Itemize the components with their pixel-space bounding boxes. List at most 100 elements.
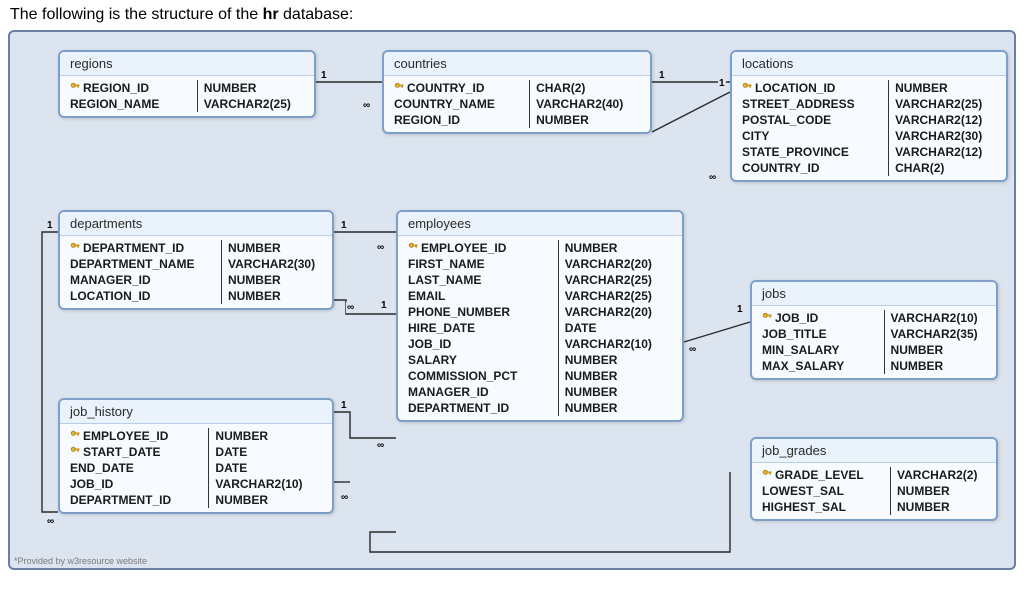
entity-title: jobs <box>752 282 996 306</box>
table-row: REGION_IDNUMBER <box>388 112 654 128</box>
entity-regions: regionsREGION_IDNUMBERREGION_NAMEVARCHAR… <box>58 50 316 118</box>
primary-key-icon <box>742 82 753 93</box>
table-row: COUNTRY_IDCHAR(2) <box>736 160 1010 176</box>
primary-key-icon <box>70 82 81 93</box>
column-table: JOB_IDVARCHAR2(10)JOB_TITLEVARCHAR2(35)M… <box>756 310 1000 374</box>
column-type: NUMBER <box>209 492 336 508</box>
table-row: REGION_NAMEVARCHAR2(25) <box>64 96 318 112</box>
column-type: VARCHAR2(2) <box>891 467 1001 483</box>
column-name: SALARY <box>402 352 558 368</box>
column-table: LOCATION_IDNUMBERSTREET_ADDRESSVARCHAR2(… <box>736 80 1010 176</box>
table-row: SALARYNUMBER <box>402 352 686 368</box>
column-type: NUMBER <box>530 112 654 128</box>
column-table: EMPLOYEE_IDNUMBERFIRST_NAMEVARCHAR2(20)L… <box>402 240 686 416</box>
column-type: VARCHAR2(10) <box>209 476 336 492</box>
column-name: DEPARTMENT_NAME <box>64 256 221 272</box>
column-name: REGION_ID <box>64 80 197 96</box>
column-type: NUMBER <box>891 499 1001 515</box>
table-row: DEPARTMENT_IDNUMBER <box>64 492 336 508</box>
cardinality-label: ∞ <box>708 172 717 183</box>
column-type: CHAR(2) <box>530 80 654 96</box>
primary-key-icon <box>762 469 773 480</box>
column-name: REGION_NAME <box>64 96 197 112</box>
column-type: NUMBER <box>197 80 318 96</box>
column-name: COUNTRY_ID <box>736 160 889 176</box>
column-name: JOB_ID <box>64 476 209 492</box>
er-diagram: *Provided by w3resource website regionsR… <box>8 30 1016 570</box>
column-type: DATE <box>209 444 336 460</box>
column-type: VARCHAR2(20) <box>558 304 686 320</box>
table-row: MIN_SALARYNUMBER <box>756 342 1000 358</box>
column-name: PHONE_NUMBER <box>402 304 558 320</box>
column-type: NUMBER <box>221 288 336 304</box>
column-type: VARCHAR2(10) <box>558 336 686 352</box>
column-type: VARCHAR2(10) <box>884 310 1000 326</box>
column-type: VARCHAR2(30) <box>221 256 336 272</box>
table-row: LOCATION_IDNUMBER <box>736 80 1010 96</box>
cardinality-label: 1 <box>340 400 348 411</box>
column-name: DEPARTMENT_ID <box>64 240 221 256</box>
table-row: DEPARTMENT_IDNUMBER <box>402 400 686 416</box>
column-type: NUMBER <box>221 240 336 256</box>
table-row: STATE_PROVINCEVARCHAR2(12) <box>736 144 1010 160</box>
column-type: CHAR(2) <box>889 160 1010 176</box>
column-name: EMAIL <box>402 288 558 304</box>
table-row: EMPLOYEE_IDNUMBER <box>64 428 336 444</box>
table-row: LAST_NAMEVARCHAR2(25) <box>402 272 686 288</box>
table-row: HIGHEST_SALNUMBER <box>756 499 1000 515</box>
column-name: START_DATE <box>64 444 209 460</box>
cardinality-label: 1 <box>718 78 726 89</box>
table-row: STREET_ADDRESSVARCHAR2(25) <box>736 96 1010 112</box>
primary-key-icon <box>70 430 81 441</box>
column-type: VARCHAR2(25) <box>197 96 318 112</box>
column-name: MIN_SALARY <box>756 342 884 358</box>
column-name: COUNTRY_NAME <box>388 96 530 112</box>
column-name: LOCATION_ID <box>736 80 889 96</box>
cardinality-label: 1 <box>340 220 348 231</box>
title-prefix: The following is the structure of the <box>10 6 263 23</box>
column-type: NUMBER <box>558 368 686 384</box>
table-row: JOB_IDVARCHAR2(10) <box>64 476 336 492</box>
entity-job_history: job_historyEMPLOYEE_IDNUMBERSTART_DATEDA… <box>58 398 334 514</box>
title-bold: hr <box>263 6 279 23</box>
cardinality-label: 1 <box>736 304 744 315</box>
table-row: END_DATEDATE <box>64 460 336 476</box>
table-row: LOCATION_IDNUMBER <box>64 288 336 304</box>
table-row: MANAGER_IDNUMBER <box>402 384 686 400</box>
cardinality-label: ∞ <box>376 440 385 451</box>
table-row: LOWEST_SALNUMBER <box>756 483 1000 499</box>
column-type: NUMBER <box>884 358 1000 374</box>
entity-title: employees <box>398 212 682 236</box>
entity-title: job_history <box>60 400 332 424</box>
cardinality-label: 1 <box>46 220 54 231</box>
column-name: LAST_NAME <box>402 272 558 288</box>
column-name: MANAGER_ID <box>64 272 221 288</box>
column-table: COUNTRY_IDCHAR(2)COUNTRY_NAMEVARCHAR2(40… <box>388 80 654 128</box>
column-name: COUNTRY_ID <box>388 80 530 96</box>
entity-countries: countriesCOUNTRY_IDCHAR(2)COUNTRY_NAMEVA… <box>382 50 652 134</box>
column-name: POSTAL_CODE <box>736 112 889 128</box>
table-row: FIRST_NAMEVARCHAR2(20) <box>402 256 686 272</box>
column-name: DEPARTMENT_ID <box>64 492 209 508</box>
entity-title: job_grades <box>752 439 996 463</box>
entity-locations: locations LOCATION_IDNUMBERSTREET_ADDRESS… <box>730 50 1008 182</box>
entity-title: locations <box>732 52 1006 76</box>
entity-departments: departmentsDEPARTMENT_IDNUMBERDEPARTMENT… <box>58 210 334 310</box>
table-row: EMPLOYEE_IDNUMBER <box>402 240 686 256</box>
column-name: DEPARTMENT_ID <box>402 400 558 416</box>
column-type: VARCHAR2(40) <box>530 96 654 112</box>
column-type: NUMBER <box>221 272 336 288</box>
column-name: MAX_SALARY <box>756 358 884 374</box>
table-row: GRADE_LEVELVARCHAR2(2) <box>756 467 1000 483</box>
column-type: VARCHAR2(30) <box>889 128 1010 144</box>
table-row: DEPARTMENT_IDNUMBER <box>64 240 336 256</box>
column-name: LOWEST_SAL <box>756 483 891 499</box>
primary-key-icon <box>70 242 81 253</box>
entity-jobs: jobs JOB_IDVARCHAR2(10)JOB_TITLEVARCHAR2(… <box>750 280 998 380</box>
primary-key-icon <box>762 312 773 323</box>
column-name: JOB_ID <box>402 336 558 352</box>
column-name: HIGHEST_SAL <box>756 499 891 515</box>
column-name: EMPLOYEE_ID <box>64 428 209 444</box>
table-row: REGION_IDNUMBER <box>64 80 318 96</box>
column-name: GRADE_LEVEL <box>756 467 891 483</box>
